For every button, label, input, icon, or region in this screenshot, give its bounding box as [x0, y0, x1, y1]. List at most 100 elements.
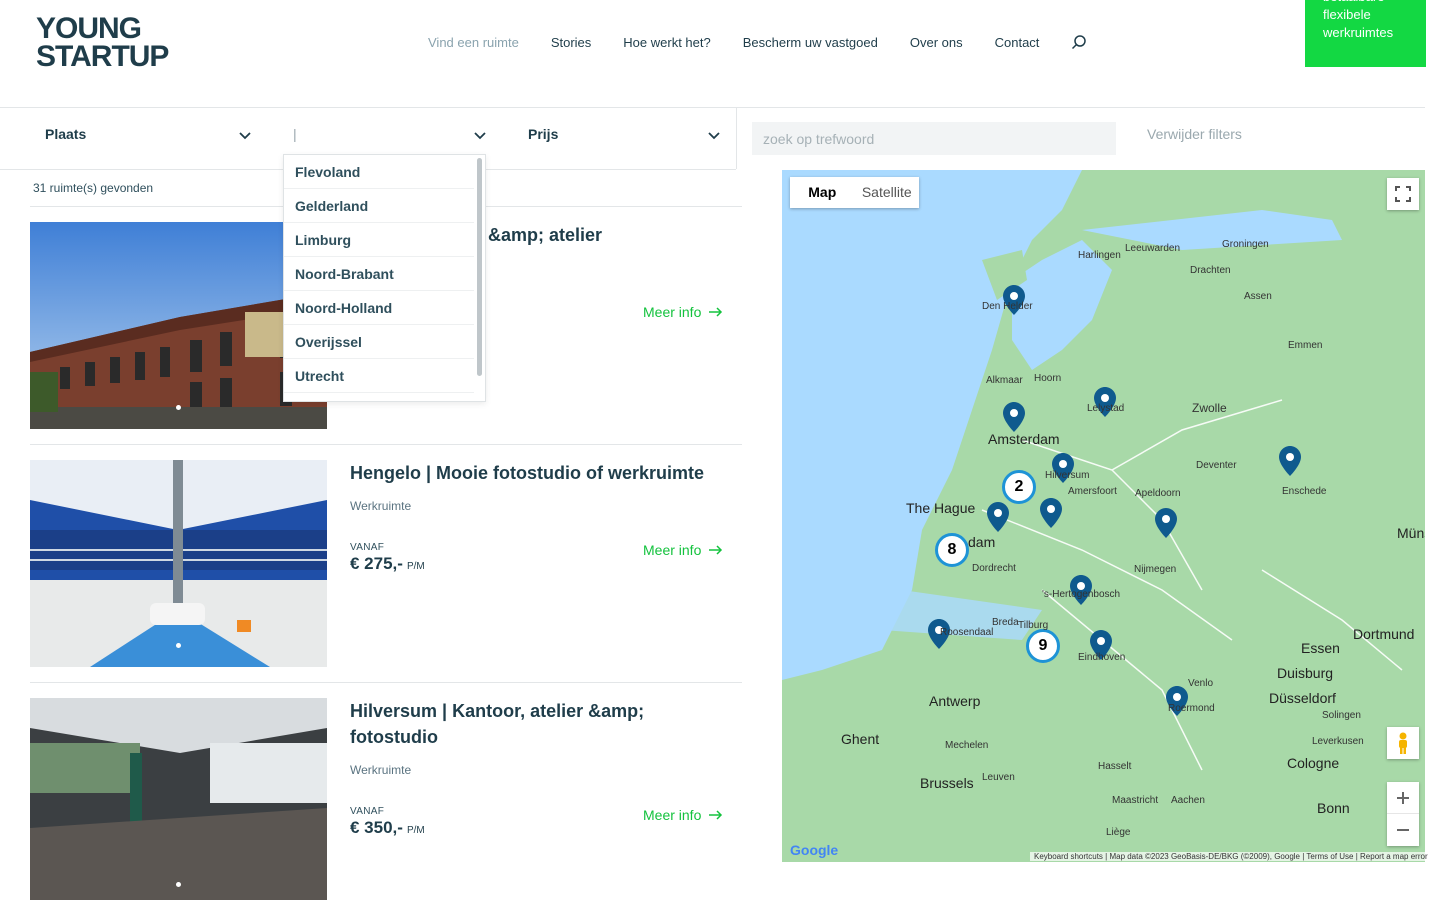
- map-city-label: Mechelen: [945, 740, 989, 751]
- map-city-label: Brussels: [920, 775, 974, 791]
- map-pin-icon[interactable]: [1155, 508, 1177, 538]
- price-period: P/M: [406, 825, 425, 836]
- prijs-select-label[interactable]: Prijs: [528, 126, 558, 146]
- map-cluster[interactable]: 9: [1026, 629, 1060, 663]
- meer-info-link[interactable]: Meer info: [643, 304, 723, 320]
- listing-image[interactable]: [30, 698, 327, 900]
- carousel-dot[interactable]: [176, 643, 181, 648]
- map-city-label: Breda: [992, 617, 1019, 628]
- meer-info-link[interactable]: Meer info: [643, 542, 723, 558]
- carousel-dot[interactable]: [176, 405, 181, 410]
- chevron-down-icon[interactable]: [473, 129, 487, 143]
- search-icon[interactable]: [1071, 34, 1087, 50]
- listing-title[interactable]: Hilversum | Kantoor, atelier &amp; fotos…: [350, 698, 680, 750]
- nav-contact[interactable]: Contact: [995, 35, 1040, 50]
- map-city-label: Roermond: [1168, 703, 1215, 714]
- map-city-label: Essen: [1301, 640, 1340, 656]
- map-pin-icon[interactable]: [1003, 402, 1025, 432]
- nav-bescherm-vastgoed[interactable]: Bescherm uw vastgoed: [743, 35, 878, 50]
- price-period: P/M: [406, 561, 425, 572]
- meer-info-link[interactable]: Meer info: [643, 807, 723, 823]
- divider: [30, 682, 742, 683]
- map-city-label: Nijmegen: [1134, 564, 1177, 575]
- map-city-label: Roosendaal: [940, 627, 994, 638]
- plaats-select-label[interactable]: Plaats: [45, 126, 86, 146]
- listing-title[interactable]: Hengelo | Mooie fotostudio of werkruimte: [350, 460, 710, 486]
- divider: [30, 444, 742, 445]
- dropdown-option[interactable]: Noord-Holland: [284, 291, 474, 325]
- map-pin-icon[interactable]: [1279, 446, 1301, 476]
- listing-type: Werkruimte: [350, 499, 412, 513]
- map-city-label: Venlo: [1188, 678, 1214, 689]
- fullscreen-icon[interactable]: [1387, 178, 1419, 210]
- map-city-label: Groningen: [1222, 239, 1269, 250]
- provincie-dropdown: Flevoland Gelderland Limburg Noord-Braba…: [283, 154, 486, 402]
- map-city-label: Duisburg: [1277, 665, 1334, 681]
- clear-filters-link[interactable]: Verwijder filters: [1147, 126, 1242, 142]
- keyword-search-input[interactable]: [752, 122, 1116, 155]
- map-city-label: Antwerp: [929, 693, 981, 709]
- meer-info-label: Meer info: [643, 304, 702, 320]
- listing-type: Werkruimte: [350, 763, 412, 777]
- price-value: € 350,-: [350, 818, 403, 837]
- listing-price: € 350,- P/M: [350, 818, 425, 838]
- map-city-label: Leeuwarden: [1125, 243, 1181, 254]
- map-city-label: Leuven: [982, 772, 1015, 783]
- map-city-label: Düsseldorf: [1269, 690, 1336, 706]
- arrow-right-icon: [709, 307, 723, 317]
- dropdown-option[interactable]: Overijssel: [284, 325, 474, 359]
- map-city-label: Maastricht: [1112, 795, 1159, 806]
- chevron-down-icon[interactable]: [707, 129, 721, 143]
- provincie-select-value[interactable]: |: [293, 126, 297, 146]
- dropdown-option[interactable]: Flevoland: [284, 155, 474, 189]
- map-city-label: Lelystad: [1087, 403, 1125, 414]
- nav-stories[interactable]: Stories: [551, 35, 591, 50]
- map-pin-icon[interactable]: [987, 502, 1009, 532]
- map-city-label: Hilversum: [1045, 470, 1090, 481]
- svg-text:STARTUP: STARTUP: [36, 40, 168, 70]
- map-type-satellite-button[interactable]: Satellite: [855, 177, 920, 208]
- map-canvas[interactable]: 2 8 9 Amsterdam The Hague dam Antwerp Gh…: [782, 170, 1425, 862]
- carousel-dot[interactable]: [176, 882, 181, 887]
- dropdown-option[interactable]: Utrecht: [284, 359, 474, 393]
- map-city-label: Apeldoorn: [1135, 488, 1181, 499]
- listing-price: € 275,- P/M: [350, 554, 425, 574]
- brand-logo[interactable]: YOUNG STARTUP: [36, 10, 186, 73]
- map-city-label: Harlingen: [1078, 250, 1121, 261]
- dropdown-option[interactable]: Gelderland: [284, 189, 474, 223]
- map-city-label: 's-Hertogenbosch: [1042, 589, 1121, 600]
- zoom-in-icon[interactable]: [1387, 782, 1419, 814]
- map-type-map-button[interactable]: Map: [790, 177, 855, 208]
- map-city-label: Bonn: [1317, 800, 1350, 816]
- divider: [736, 108, 737, 169]
- map-cluster[interactable]: 8: [935, 533, 969, 567]
- cta-button[interactable]: betaalbare flexibele werkruimtes: [1305, 0, 1426, 67]
- listing-image[interactable]: [30, 460, 327, 667]
- zoom-out-icon[interactable]: [1387, 814, 1419, 846]
- meer-info-label: Meer info: [643, 542, 702, 558]
- map-city-label: Münste: [1397, 525, 1425, 541]
- dropdown-scrollbar[interactable]: [477, 158, 482, 376]
- nav-vind-een-ruimte[interactable]: Vind een ruimte: [428, 35, 519, 50]
- divider: [0, 107, 1425, 108]
- map-city-label: Amersfoort: [1068, 486, 1117, 497]
- price-prefix: VANAF: [350, 542, 385, 553]
- dropdown-option[interactable]: Limburg: [284, 223, 474, 257]
- map-city-label: Drachten: [1190, 265, 1231, 276]
- dropdown-option[interactable]: Noord-Brabant: [284, 257, 474, 291]
- cta-line-3: werkruimtes: [1323, 25, 1394, 40]
- map-attribution[interactable]: Keyboard shortcuts | Map data ©2023 GeoB…: [1030, 852, 1432, 861]
- nav-over-ons[interactable]: Over ons: [910, 35, 963, 50]
- map-cluster[interactable]: 2: [1002, 470, 1036, 504]
- map-city-label: Dortmund: [1353, 626, 1415, 642]
- map-city-label: Solingen: [1322, 710, 1361, 721]
- map-pin-icon[interactable]: [1040, 498, 1062, 528]
- chevron-down-icon[interactable]: [238, 129, 252, 143]
- arrow-right-icon: [709, 545, 723, 555]
- map-city-label: Liège: [1106, 827, 1131, 838]
- map-city-label: Alkmaar: [986, 375, 1023, 386]
- results-count: 31 ruimte(s) gevonden: [33, 181, 154, 195]
- map-city-label: Enschede: [1282, 486, 1327, 497]
- nav-hoe-werkt-het[interactable]: Hoe werkt het?: [623, 35, 710, 50]
- pegman-icon[interactable]: [1387, 727, 1419, 759]
